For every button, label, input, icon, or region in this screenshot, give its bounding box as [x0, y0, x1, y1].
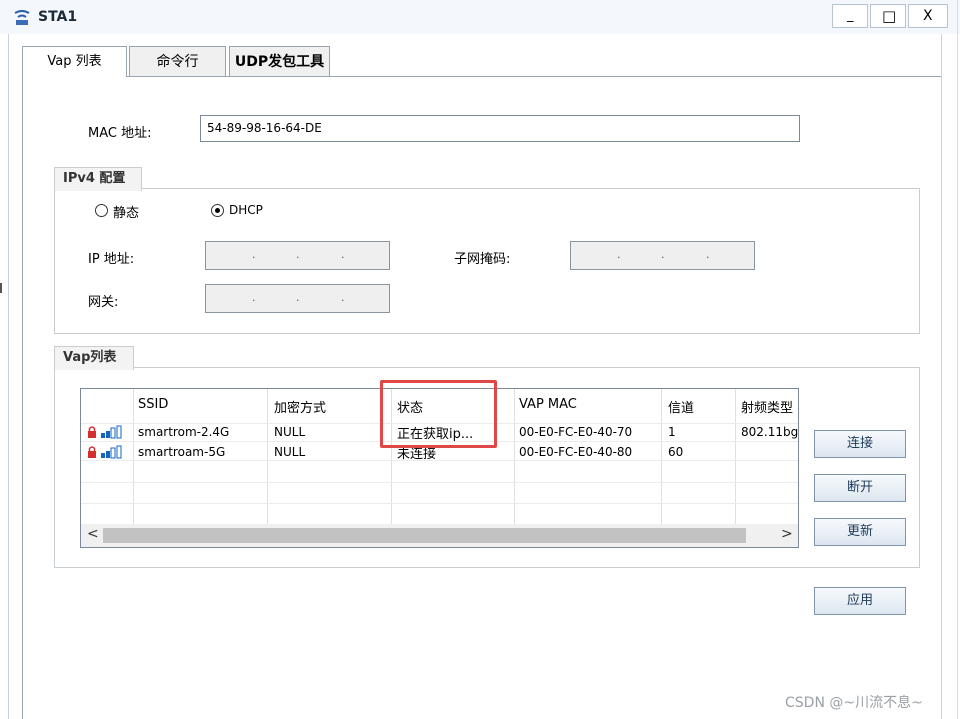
gateway-label: 网关:: [88, 295, 119, 310]
column-header-encryption[interactable]: 加密方式: [274, 397, 326, 416]
disconnect-button[interactable]: 断开: [814, 474, 906, 502]
row1-ssid[interactable]: smartrom-2.4G: [138, 425, 229, 439]
ip-address-field: . . .: [205, 241, 390, 270]
mask-dot: .: [706, 248, 710, 261]
subnet-mask-label: 子网掩码:: [454, 252, 511, 267]
sta-app-icon: [14, 10, 30, 25]
status-highlight-annotation: [380, 380, 497, 448]
dhcp-radio[interactable]: [211, 204, 224, 217]
row1-encryption: NULL: [274, 425, 306, 439]
gateway-field: . . .: [205, 284, 390, 313]
vap-group-title: Vap列表: [54, 346, 134, 370]
close-icon: X: [923, 8, 933, 24]
window-frame-left: [8, 34, 9, 719]
column-header-channel[interactable]: 信道: [668, 397, 694, 416]
static-radio[interactable]: [95, 204, 108, 217]
row1-vap-mac: 00-E0-FC-E0-40-70: [519, 425, 633, 439]
tab-command-line[interactable]: 命令行: [129, 46, 226, 76]
close-button[interactable]: X: [908, 4, 948, 28]
title-bar: [0, 0, 960, 34]
mac-label: MAC 地址:: [88, 126, 152, 141]
column-header-radio-type[interactable]: 射频类型: [741, 397, 793, 416]
ip-dot: .: [252, 248, 256, 261]
ip-dot: .: [341, 248, 345, 261]
window-edge: [957, 0, 958, 719]
window-frame-right: [941, 34, 942, 719]
ip-dot: .: [296, 248, 300, 261]
watermark: CSDN @~川流不息~: [785, 695, 923, 711]
minimize-button[interactable]: _: [832, 4, 868, 28]
minimize-icon: _: [847, 8, 854, 23]
row2-vap-mac: 00-E0-FC-E0-40-80: [519, 445, 633, 459]
row-divider: [81, 482, 798, 483]
window-title: STA1: [38, 9, 78, 25]
tab-vap-list[interactable]: Vap 列表: [22, 46, 127, 77]
column-header-ssid[interactable]: SSID: [138, 397, 168, 412]
dhcp-radio-label[interactable]: DHCP: [229, 203, 263, 217]
gateway-dot: .: [341, 291, 345, 304]
refresh-button[interactable]: 更新: [814, 518, 906, 546]
edge-mark: [0, 283, 2, 293]
horizontal-scrollbar[interactable]: < >: [81, 524, 798, 547]
static-radio-label[interactable]: 静态: [113, 202, 139, 221]
row2-ssid[interactable]: smartroam-5G: [138, 445, 225, 459]
apply-button[interactable]: 应用: [814, 587, 906, 615]
row-divider: [81, 460, 798, 461]
scrollbar-thumb[interactable]: [103, 528, 746, 543]
mask-dot: .: [661, 248, 665, 261]
row1-channel: 1: [668, 425, 676, 439]
lock-signal-icon: [88, 445, 122, 459]
row1-radio-type: 802.11bg: [741, 425, 799, 439]
scroll-right-arrow[interactable]: >: [781, 526, 793, 542]
subnet-mask-field: . . .: [570, 241, 755, 270]
mac-address-field[interactable]: 54-89-98-16-64-DE: [200, 115, 800, 142]
ipv4-group-title: IPv4 配置: [54, 167, 142, 191]
mask-dot: .: [617, 248, 621, 261]
row2-channel: 60: [668, 445, 684, 459]
ip-address-label: IP 地址:: [88, 252, 135, 267]
gateway-dot: .: [252, 291, 256, 304]
lock-signal-icon: [88, 425, 122, 439]
row2-encryption: NULL: [274, 445, 306, 459]
row-divider: [81, 503, 798, 504]
column-header-vap-mac[interactable]: VAP MAC: [519, 397, 577, 412]
connect-button[interactable]: 连接: [814, 430, 906, 458]
tab-udp-tool[interactable]: UDP发包工具: [229, 46, 330, 76]
maximize-button[interactable]: □: [870, 4, 906, 28]
maximize-icon: □: [882, 7, 897, 25]
scroll-left-arrow[interactable]: <: [87, 526, 99, 542]
gateway-dot: .: [296, 291, 300, 304]
